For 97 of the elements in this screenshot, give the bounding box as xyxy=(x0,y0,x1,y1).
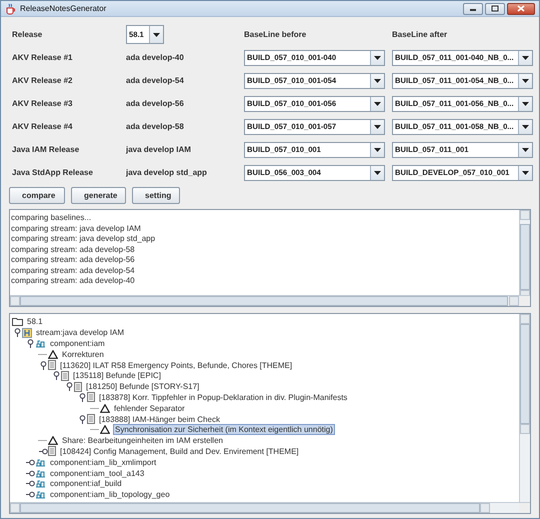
tree-node[interactable]: [135118] Befunde [EPIC] xyxy=(72,371,162,380)
vertical-scrollbar[interactable] xyxy=(519,314,530,502)
caret-icon xyxy=(374,102,381,106)
tree-node[interactable]: component:iam xyxy=(49,338,106,348)
tree-node[interactable]: component:iam_lib_topology_geo xyxy=(49,490,171,500)
caret-icon xyxy=(374,148,381,152)
caret-icon xyxy=(522,124,529,129)
component-icon xyxy=(35,338,46,348)
log-line: comparing stream: ada develop-56 xyxy=(11,255,136,266)
expand-handle-icon[interactable] xyxy=(64,382,74,392)
tree-node[interactable]: fehlender Separator xyxy=(113,404,186,413)
collapse-handle-icon[interactable] xyxy=(25,478,35,489)
log-line: comparing stream: ada develop-54 xyxy=(11,266,136,276)
tree-node[interactable]: Share: Bearbeitungeinheiten im IAM erstellen xyxy=(61,436,224,446)
tree-node[interactable]: [108424] Config Management, Build and Dev. Envirement [THEME] xyxy=(59,446,300,456)
caret-icon xyxy=(374,56,381,60)
tree-node[interactable]: [183888] IAM-Hänger beim Check xyxy=(98,414,221,424)
component-icon xyxy=(35,479,46,488)
component-icon xyxy=(35,458,46,467)
horizontal-scrollbar[interactable] xyxy=(10,503,519,513)
row-label: Java StdApp Release xyxy=(12,168,94,178)
window-title: ReleaseNotesGenerator xyxy=(20,4,108,14)
caret-icon xyxy=(153,32,160,37)
expand-handle-icon[interactable] xyxy=(38,360,48,370)
tree-node[interactable]: stream:java develop IAM xyxy=(35,328,126,338)
expand-handle-icon[interactable] xyxy=(77,414,87,424)
maximize-icon xyxy=(491,5,499,12)
caret-icon xyxy=(522,78,529,83)
expand-handle-icon[interactable] xyxy=(12,328,22,338)
release-label: Release xyxy=(12,30,44,40)
stream-name: ada develop-56 xyxy=(126,99,185,108)
stream-name: java develop std_app xyxy=(126,168,208,178)
tree-node[interactable]: component:iam_tool_a143 xyxy=(49,468,146,478)
caret-icon xyxy=(522,56,529,60)
log-line: comparing baselines... xyxy=(11,213,92,224)
document-icon xyxy=(74,382,82,392)
scrollbar-corner xyxy=(519,296,530,306)
tree-node[interactable]: [113620] ILAT R58 Emergency Points, Befunde, Chores [THEME] xyxy=(59,360,294,370)
tree-node[interactable]: Korrekturen xyxy=(61,350,105,359)
row-label: AKV Release #1 xyxy=(12,53,74,62)
expand-handle-icon[interactable] xyxy=(25,338,35,348)
log-line: comparing stream: ada develop-58 xyxy=(11,244,136,256)
stream-icon xyxy=(22,328,32,338)
stream-name: java develop IAM xyxy=(126,145,192,154)
collapse-handle-icon[interactable] xyxy=(25,490,35,500)
close-button[interactable] xyxy=(507,2,535,15)
caret-icon xyxy=(374,124,381,129)
vertical-scrollbar[interactable] xyxy=(519,210,530,296)
warning-icon xyxy=(48,436,58,446)
collapse-handle-icon[interactable] xyxy=(25,457,35,468)
log-line: comparing stream: java develop IAM xyxy=(11,224,142,234)
warning-icon xyxy=(100,404,110,413)
row-label: AKV Release #2 xyxy=(12,76,74,86)
column-header: BaseLine after xyxy=(392,30,448,40)
document-icon xyxy=(61,370,69,381)
caret-icon xyxy=(374,170,381,175)
expand-handle-icon[interactable] xyxy=(77,392,87,402)
log-line: comparing stream: java develop std_app xyxy=(11,234,156,245)
document-icon xyxy=(48,360,56,370)
expand-handle-icon[interactable] xyxy=(51,370,61,381)
warning-icon xyxy=(100,425,110,434)
action-button[interactable]: generate xyxy=(71,187,126,204)
maximize-button[interactable] xyxy=(485,2,505,15)
cup-icon xyxy=(5,2,16,15)
log-line: comparing stream: ada develop-40 xyxy=(11,276,136,287)
stream-name: ada develop-40 xyxy=(126,53,185,62)
document-icon xyxy=(87,392,95,402)
tree-node[interactable]: component:iam_lib_xmlimport xyxy=(49,458,158,467)
caret-icon xyxy=(522,170,529,175)
warning-icon xyxy=(48,350,58,359)
close-icon xyxy=(517,5,525,12)
tree-node[interactable]: component:iaf_build xyxy=(49,479,123,488)
action-button[interactable]: compare xyxy=(9,187,65,204)
folder-icon xyxy=(12,317,23,326)
caret-icon xyxy=(374,78,381,83)
tree-node[interactable]: [183878] Korr. Tippfehler in Popup-Deklaration in div. Plugin-Manifests xyxy=(98,392,348,402)
scrollbar-corner xyxy=(519,503,530,513)
row-label: AKV Release #3 xyxy=(12,99,74,108)
column-header: BaseLine before xyxy=(244,30,308,40)
minimize-button[interactable] xyxy=(463,2,483,15)
row-label: Java IAM Release xyxy=(12,145,80,154)
collapse-handle-icon[interactable] xyxy=(38,446,48,456)
horizontal-scrollbar[interactable] xyxy=(10,296,519,306)
action-button[interactable]: setting xyxy=(132,187,180,204)
caret-icon xyxy=(522,102,529,106)
tree-node[interactable]: 58.1 xyxy=(26,317,44,326)
caret-icon xyxy=(522,148,529,152)
stream-name: ada develop-58 xyxy=(126,122,185,132)
row-label: AKV Release #4 xyxy=(12,122,74,132)
document-icon xyxy=(87,414,95,424)
component-icon xyxy=(35,490,46,500)
collapse-handle-icon[interactable] xyxy=(25,468,35,478)
tree-node[interactable]: Synchronisation zur Sicherheit (im Kontext eigentlich unnötig) xyxy=(113,424,335,436)
document-icon xyxy=(48,446,56,456)
component-icon xyxy=(35,468,46,478)
stream-name: ada develop-54 xyxy=(126,76,185,86)
tree-node[interactable]: [181250] Befunde [STORY-S17] xyxy=(85,382,200,392)
